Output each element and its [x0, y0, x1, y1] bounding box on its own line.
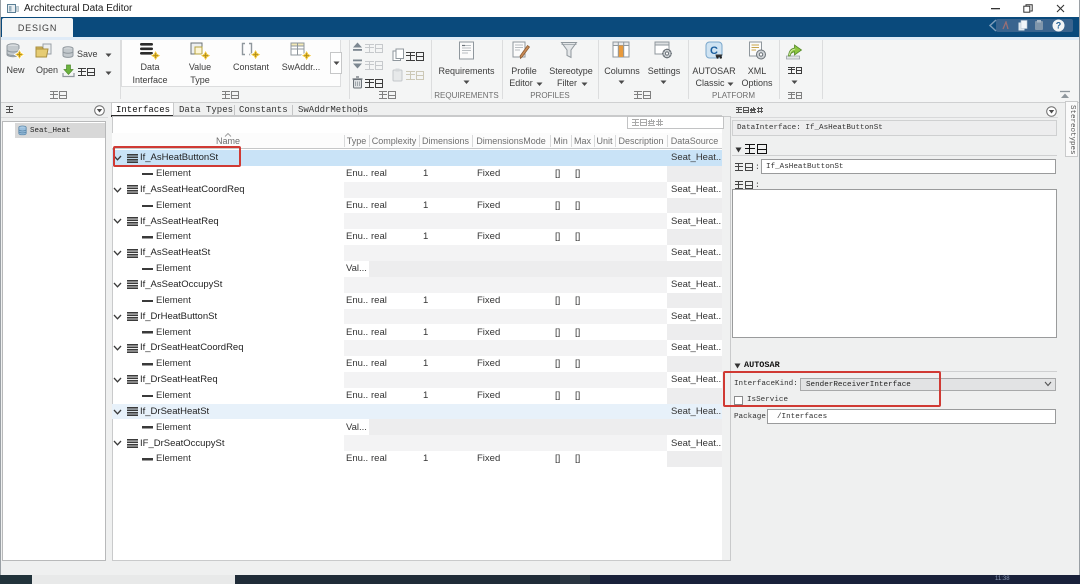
- svg-text:?: ?: [1056, 21, 1062, 31]
